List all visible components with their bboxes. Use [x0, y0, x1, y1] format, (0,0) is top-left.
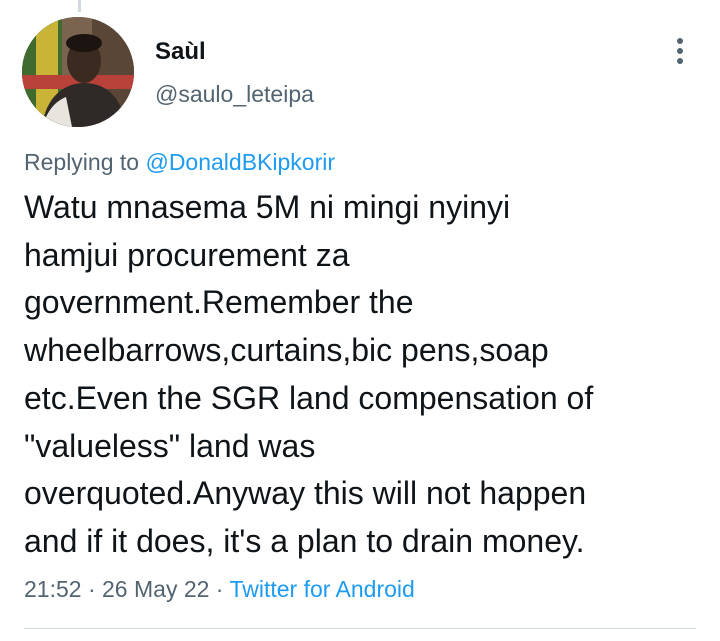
tweet-meta: 21:52 · 26 May 22 · Twitter for Android: [24, 574, 415, 604]
more-options-button[interactable]: [664, 34, 696, 68]
tweet-source-link[interactable]: Twitter for Android: [229, 576, 414, 602]
replying-to: Replying to @DonaldBKipkorir: [24, 147, 335, 177]
avatar-photo: [22, 17, 134, 127]
tweet-text-line: and if it does, it's a plan to drain mon…: [24, 522, 585, 559]
tweet-time[interactable]: 21:52: [24, 576, 82, 602]
tweet-text-line: government.Remember the: [24, 284, 414, 321]
thread-connector-line: [78, 0, 81, 12]
meta-separator: ·: [81, 576, 103, 602]
tweet-text-line: wheelbarrows,curtains,bic pens,soap: [24, 332, 549, 369]
tweet-text-line: etc.Even the SGR land compensation of: [24, 379, 594, 416]
tweet-text-line: "valueless" land was: [24, 427, 316, 464]
author-block: Saùl @saulo_leteipa: [155, 38, 314, 108]
reply-mention-link[interactable]: @DonaldBKipkorir: [145, 149, 335, 175]
tweet-text-line: Watu mnasema 5M ni mingi nyinyi: [24, 189, 511, 225]
more-vertical-icon: [677, 38, 683, 64]
tweet-date[interactable]: 26 May 22: [102, 576, 209, 602]
divider: [24, 628, 696, 629]
avatar[interactable]: [22, 17, 134, 127]
replying-to-label: Replying to: [24, 149, 146, 175]
tweet-text-line: overquoted.Anyway this will not happen: [24, 475, 587, 512]
tweet-text-line: hamjui procurement za: [24, 236, 350, 273]
author-handle[interactable]: @saulo_leteipa: [155, 80, 314, 108]
tweet-text: Watu mnasema 5M ni mingi nyinyi hamjui p…: [24, 184, 704, 566]
meta-separator: ·: [209, 576, 230, 602]
author-display-name[interactable]: Saùl: [155, 38, 314, 66]
